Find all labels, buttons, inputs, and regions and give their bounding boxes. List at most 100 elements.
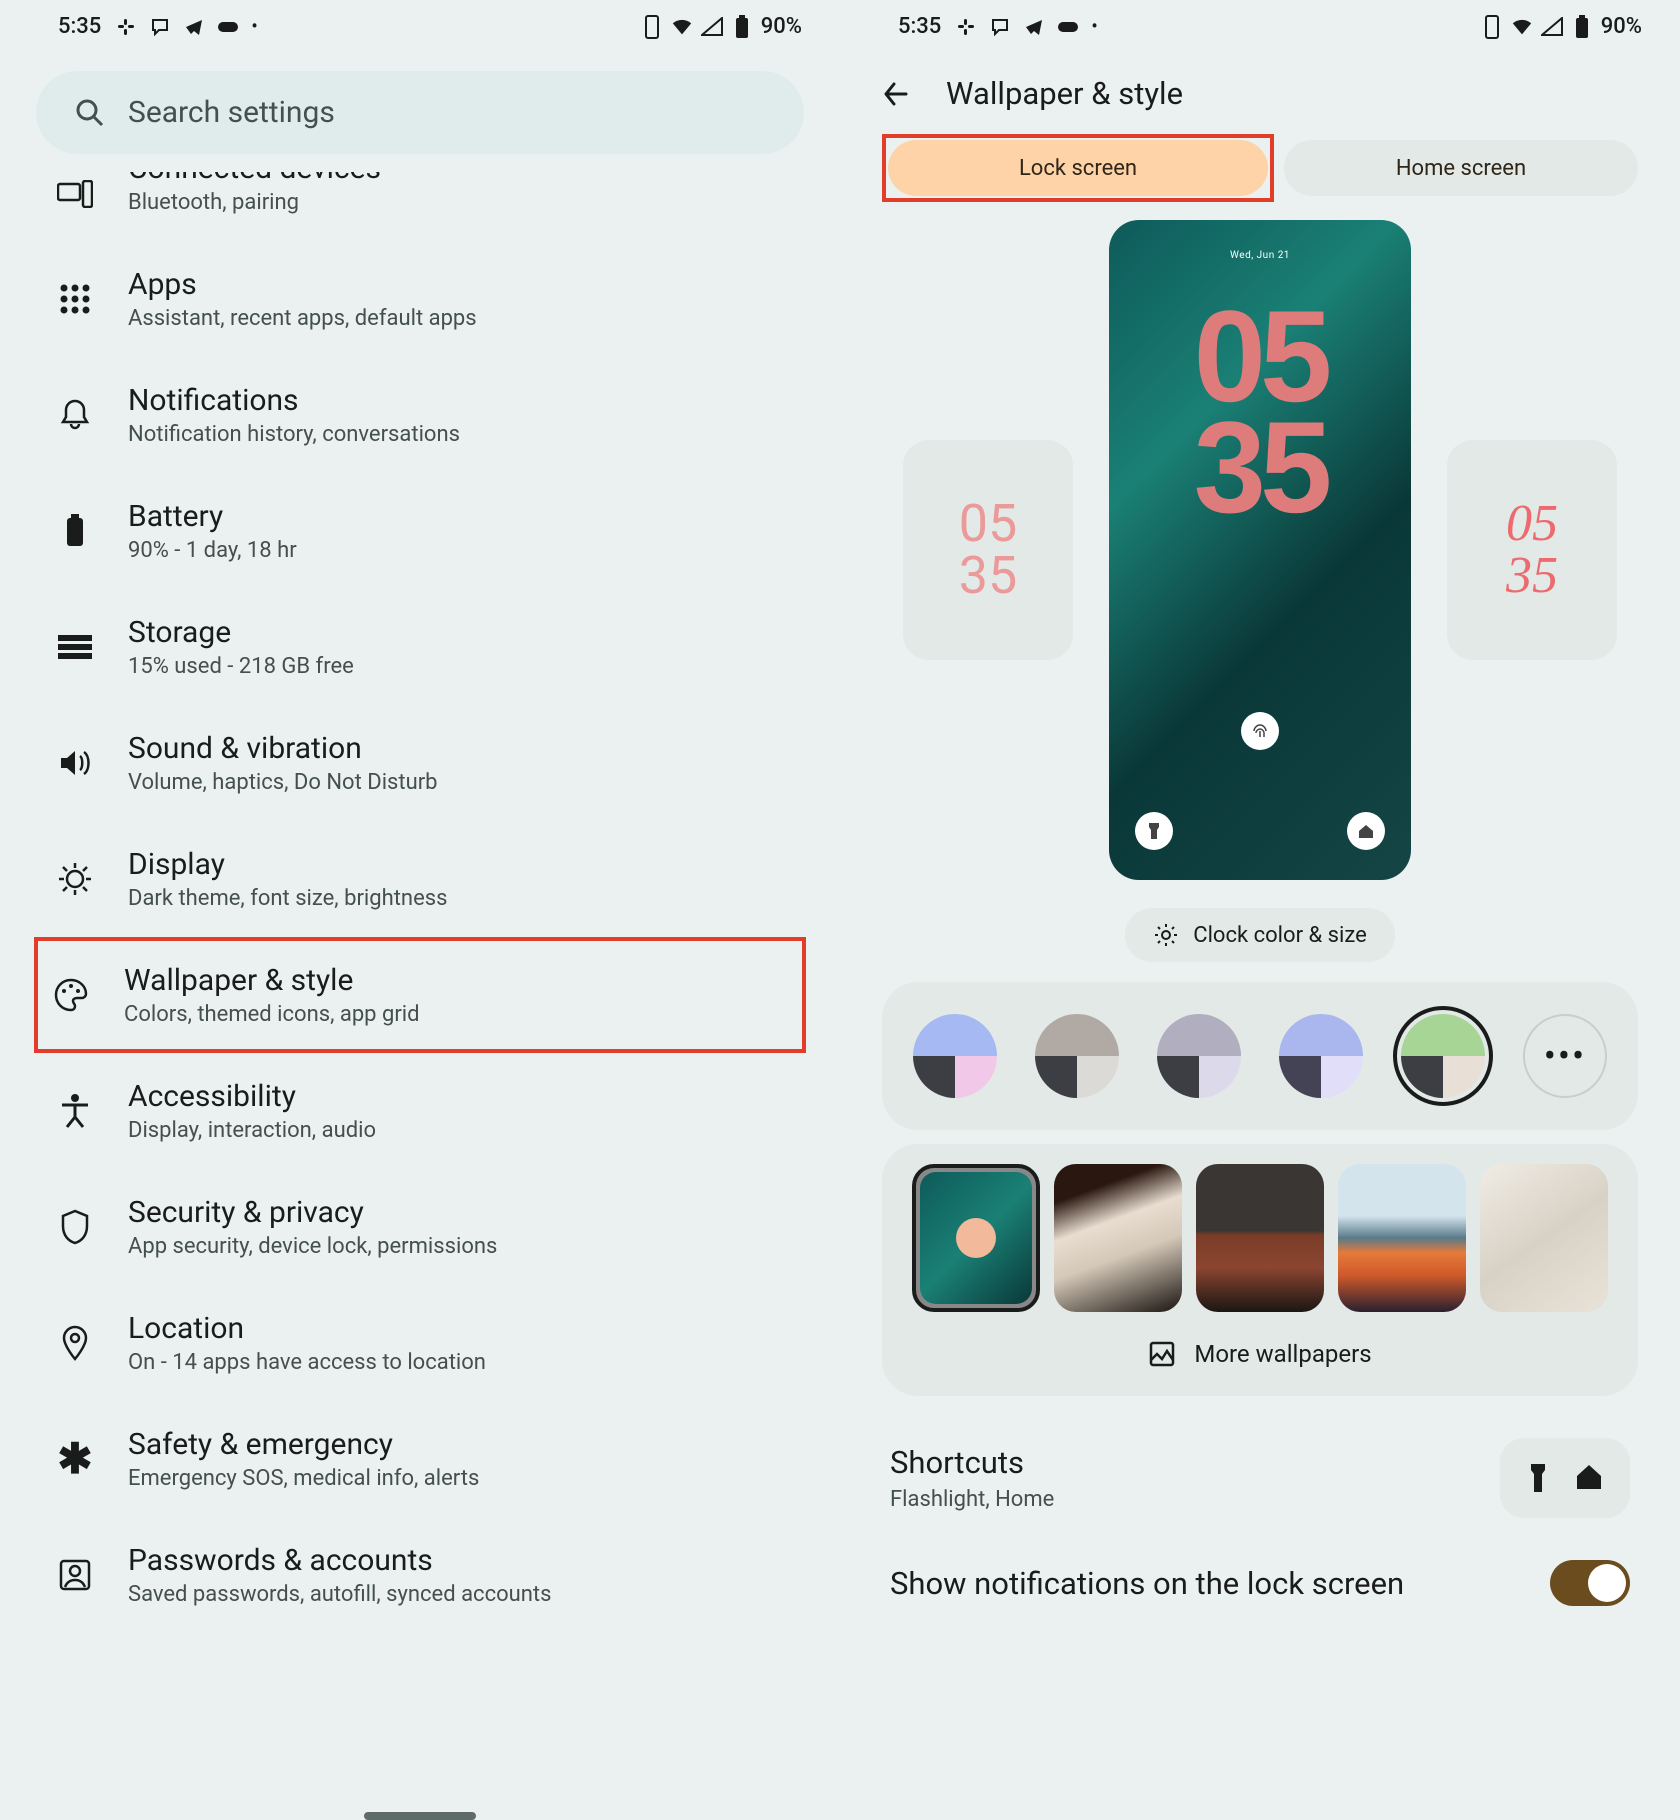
wallpaper-option-3[interactable] — [1196, 1164, 1324, 1312]
settings-item-location[interactable]: Location On - 14 apps have access to loca… — [0, 1285, 840, 1401]
status-bar: 5:35 • 90% — [840, 0, 1680, 53]
item-sub: Display, interaction, audio — [128, 1118, 376, 1143]
phone-icon — [641, 16, 663, 38]
page-title: Wallpaper & style — [946, 75, 1183, 112]
more-colors-button[interactable]: ••• — [1523, 1014, 1607, 1098]
flashlight-shortcut-icon — [1135, 812, 1173, 850]
palette-icon — [52, 976, 90, 1014]
item-sub: On - 14 apps have access to location — [128, 1350, 486, 1375]
wallpaper-option-2[interactable] — [1054, 1164, 1182, 1312]
color-option-4[interactable] — [1279, 1014, 1363, 1098]
brightness-icon — [56, 860, 94, 898]
clock-digits: 35 — [959, 550, 1017, 602]
wallpaper-option-4[interactable] — [1338, 1164, 1466, 1312]
gear-icon — [1153, 922, 1179, 948]
item-title: Notifications — [128, 383, 460, 418]
clock-digits: 35 — [1506, 550, 1558, 602]
battery-icon — [1571, 16, 1593, 38]
shortcuts-sub: Flashlight, Home — [890, 1487, 1054, 1512]
clock-chip-label: Clock color & size — [1193, 923, 1366, 948]
signal-icon — [701, 16, 723, 38]
settings-item-accessibility[interactable]: Accessibility Display, interaction, audio — [0, 1053, 840, 1169]
item-title: Passwords & accounts — [128, 1543, 551, 1578]
signal-icon — [1541, 16, 1563, 38]
accessibility-icon — [56, 1092, 94, 1130]
more-wallpapers-button[interactable]: More wallpapers — [904, 1312, 1616, 1372]
settings-item-apps[interactable]: AppsAssistant, recent apps, default apps — [0, 241, 840, 357]
settings-item-storage[interactable]: Storage15% used - 218 GB free — [0, 589, 840, 705]
controller-icon — [217, 16, 239, 38]
settings-screen: 5:35 • 90% Connected devices — [0, 0, 840, 1820]
home-icon — [1574, 1462, 1604, 1494]
search-input[interactable] — [128, 95, 766, 130]
lock-screen-preview[interactable]: Wed, Jun 21 05 35 — [1109, 220, 1411, 880]
color-option-5[interactable] — [1401, 1014, 1485, 1098]
back-button[interactable] — [880, 78, 912, 110]
search-icon — [74, 97, 106, 129]
wifi-icon — [671, 16, 693, 38]
clock-style-option-right[interactable]: 05 35 — [1447, 440, 1617, 660]
tab-row: Lock screen Home screen — [840, 120, 1680, 220]
item-title: Security & privacy — [128, 1195, 497, 1230]
settings-item-sound[interactable]: Sound & vibrationVolume, haptics, Do Not… — [0, 705, 840, 821]
item-sub: Assistant, recent apps, default apps — [128, 306, 477, 331]
color-option-3[interactable] — [1157, 1014, 1241, 1098]
asterisk-icon: ✱ — [56, 1440, 94, 1478]
settings-item-security[interactable]: Security & privacyApp security, device l… — [0, 1169, 840, 1285]
settings-list: Connected devices Bluetooth, pairing App… — [0, 162, 840, 1639]
search-settings[interactable] — [36, 71, 804, 154]
apps-icon — [56, 280, 94, 318]
sound-icon — [56, 744, 94, 782]
clock-style-option-left[interactable]: 05 35 — [903, 440, 1073, 660]
color-option-2[interactable] — [1035, 1014, 1119, 1098]
item-sub: 15% used - 218 GB free — [128, 654, 354, 679]
item-title: Accessibility — [128, 1079, 376, 1114]
wallpaper-option-1[interactable] — [912, 1164, 1040, 1312]
tab-lock-highlight: Lock screen — [882, 134, 1274, 202]
item-title: Display — [128, 847, 447, 882]
devices-icon — [56, 175, 94, 213]
slack-icon — [115, 16, 137, 38]
page-header: Wallpaper & style — [840, 53, 1680, 120]
notifications-toggle[interactable] — [1550, 1560, 1630, 1606]
more-dot-icon: • — [251, 16, 257, 37]
notif-label: Show notifications on the lock screen — [890, 1565, 1404, 1602]
settings-item-battery[interactable]: Battery90% - 1 day, 18 hr — [0, 473, 840, 589]
notifications-toggle-row[interactable]: Show notifications on the lock screen — [840, 1544, 1680, 1622]
telegram-icon — [1023, 16, 1045, 38]
wifi-icon — [1511, 16, 1533, 38]
settings-item-wallpaper-style[interactable]: Wallpaper & styleColors, themed icons, a… — [34, 937, 806, 1053]
scroll-indicator — [364, 1812, 476, 1820]
bell-icon — [56, 396, 94, 434]
item-sub: Notification history, conversations — [128, 422, 460, 447]
tab-home-screen[interactable]: Home screen — [1284, 140, 1638, 196]
preview-date: Wed, Jun 21 — [1230, 250, 1290, 261]
status-bar: 5:35 • 90% — [0, 0, 840, 53]
settings-item-display[interactable]: DisplayDark theme, font size, brightness — [0, 821, 840, 937]
item-title: Battery — [128, 499, 297, 534]
item-title: Safety & emergency — [128, 1427, 479, 1462]
clock-color-size-button[interactable]: Clock color & size — [1125, 908, 1394, 962]
flashlight-icon — [1526, 1462, 1550, 1494]
item-title: Location — [128, 1311, 486, 1346]
item-sub: Bluetooth, pairing — [128, 190, 381, 215]
settings-item-notifications[interactable]: Notifications Notification history, conve… — [0, 357, 840, 473]
tab-lock-screen[interactable]: Lock screen — [888, 140, 1268, 196]
battery-percent: 90% — [1601, 14, 1642, 39]
controller-icon — [1057, 16, 1079, 38]
item-sub: Colors, themed icons, app grid — [124, 1002, 420, 1027]
settings-item-safety[interactable]: ✱ Safety & emergency Emergency SOS, medic… — [0, 1401, 840, 1517]
more-wallpapers-label: More wallpapers — [1194, 1340, 1371, 1368]
settings-item-passwords[interactable]: Passwords & accounts Saved passwords, aut… — [0, 1517, 840, 1633]
wallpaper-option-5[interactable] — [1480, 1164, 1608, 1312]
telegram-icon — [183, 16, 205, 38]
battery-full-icon — [56, 512, 94, 550]
more-dot-icon: • — [1091, 16, 1097, 37]
settings-item-connected-devices[interactable]: Connected devices Bluetooth, pairing — [0, 168, 840, 241]
color-option-1[interactable] — [913, 1014, 997, 1098]
shortcuts-row[interactable]: Shortcuts Flashlight, Home — [840, 1416, 1680, 1544]
item-sub: Emergency SOS, medical info, alerts — [128, 1466, 479, 1491]
color-theme-panel: ••• — [882, 982, 1638, 1130]
status-time: 5:35 — [58, 14, 101, 39]
item-sub: Saved passwords, autofill, synced accoun… — [128, 1582, 551, 1607]
